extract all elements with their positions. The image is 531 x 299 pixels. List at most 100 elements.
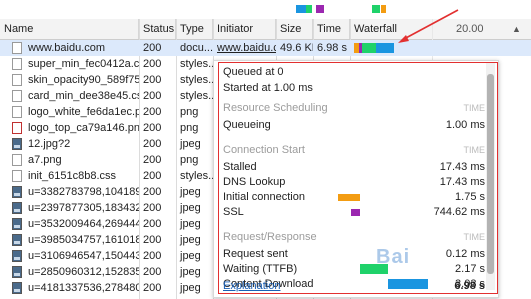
timing-bar-download: [388, 279, 428, 289]
cell-type: styles...: [180, 58, 213, 70]
cell-name: init_6151c8b8.css: [28, 170, 117, 182]
column-header-time[interactable]: Time: [313, 19, 350, 39]
timing-value: 744.62 ms: [433, 206, 485, 218]
cell-status: 200: [143, 122, 162, 134]
table-header: Name Status Type Initiator Size Time Wat…: [0, 19, 531, 40]
section-title: Request/Response: [223, 231, 317, 243]
cell-name: u=3106946547,15044306...: [28, 250, 139, 262]
total-time: 6.98 s: [454, 280, 485, 292]
cell-name: card_min_dee38e45.css: [28, 90, 139, 102]
overview-bar: [372, 5, 380, 13]
column-header-waterfall[interactable]: Waterfall: [350, 19, 450, 39]
cell-name: 12.jpg?2: [28, 138, 71, 150]
cell-status: 200: [143, 234, 162, 246]
timing-label: SSL: [223, 206, 244, 218]
cell-name: u=2850960312,15283515...: [28, 266, 139, 278]
cell-initiator[interactable]: www.baidu.c...: [213, 40, 276, 56]
cell-status: 200: [143, 74, 162, 86]
overview-bar: [381, 5, 386, 13]
cell-type: png: [180, 122, 199, 134]
cell-name: super_min_fec0412a.css: [28, 58, 139, 70]
waterfall-tick-label: 20.00: [456, 23, 484, 35]
cell-type: styles...: [180, 170, 213, 182]
cell-status: 200: [143, 90, 162, 102]
cell-status: 200: [143, 138, 162, 150]
timing-bar-ssl: [351, 209, 360, 216]
timing-value: 1.75 s: [455, 191, 485, 203]
watermark-logo: Bai: [376, 246, 411, 268]
cell-type: jpeg: [180, 250, 201, 262]
overview-bar: [296, 5, 306, 13]
cell-status: 200: [143, 42, 162, 54]
overview-bar: [316, 5, 324, 13]
cell-status: 200: [143, 218, 162, 230]
timing-label: Waiting (TTFB): [223, 263, 298, 275]
cell-status: 200: [143, 170, 162, 182]
table-row[interactable]: www.baidu.com 200 docu...www.baidu.c... 49.…: [0, 40, 531, 56]
timing-label: Stalled: [223, 161, 257, 173]
queued-at-label: Queued at 0: [223, 66, 284, 78]
cell-name: a7.png: [28, 154, 62, 166]
column-header-name[interactable]: Name: [0, 19, 139, 39]
timing-value: 2.17 s: [455, 263, 485, 275]
column-header-size[interactable]: Size: [276, 19, 313, 39]
cell-size: 49.6 KB: [280, 42, 313, 54]
cell-name: skin_opacity90_589f758a....: [28, 74, 139, 86]
cell-status: 200: [143, 186, 162, 198]
cell-name: logo_top_ca79a146.png: [28, 122, 139, 134]
cell-status: 200: [143, 58, 162, 70]
cell-type: png: [180, 106, 199, 118]
cell-type: png: [180, 154, 199, 166]
cell-status: 200: [143, 106, 162, 118]
overview-strip: [0, 0, 531, 20]
cell-type: jpeg: [180, 266, 201, 278]
timing-value: 17.43 ms: [439, 161, 485, 173]
cell-status: 200: [143, 266, 162, 278]
cell-type: jpeg: [180, 138, 201, 150]
started-at-label: Started at 1.00 ms: [223, 82, 313, 94]
section-title: Resource Scheduling: [223, 102, 328, 114]
cell-type: jpeg: [180, 234, 201, 246]
cell-type: jpeg: [180, 186, 201, 198]
popup-scrollbar[interactable]: [486, 62, 495, 290]
cell-name: u=4181337536,27848072...: [28, 282, 139, 294]
cell-name: u=3382783798,10418957...: [28, 186, 139, 198]
waterfall-bar-ttfb: [362, 43, 376, 53]
cell-type: docu...: [180, 42, 213, 54]
section-time-header: TIME: [463, 232, 486, 242]
overview-bar: [306, 5, 312, 13]
cell-name: logo_white_fe6da1ec.png: [28, 106, 139, 118]
timing-bar-initial: [338, 194, 360, 201]
cell-type: jpeg: [180, 282, 201, 294]
column-header-type[interactable]: Type: [176, 19, 213, 39]
timing-value: 1.00 ms: [445, 119, 485, 131]
timing-label: Initial connection: [223, 191, 305, 203]
timing-label: Request sent: [223, 248, 288, 260]
cell-time: 6.98 s: [317, 42, 347, 54]
sort-arrow-icon[interactable]: ▲: [508, 19, 531, 39]
timing-value: 17.43 ms: [439, 176, 485, 188]
cell-status: 200: [143, 250, 162, 262]
column-header-status[interactable]: Status: [139, 19, 176, 39]
cell-status: 200: [143, 154, 162, 166]
section-title: Connection Start: [223, 144, 305, 156]
cell-name: u=3985034757,16101828...: [28, 234, 139, 246]
scrollbar-thumb[interactable]: [487, 74, 494, 274]
timing-label: Queueing: [223, 119, 271, 131]
cell-type: styles...: [180, 90, 213, 102]
waterfall-bar-download: [376, 43, 394, 53]
column-header-initiator[interactable]: Initiator: [213, 19, 276, 39]
timing-popup: Queued at 0 Started at 1.00 ms Resource …: [213, 60, 499, 298]
cell-type: jpeg: [180, 202, 201, 214]
explanation-link[interactable]: Explanation: [223, 279, 281, 293]
timing-label: DNS Lookup: [223, 176, 286, 188]
cell-name: u=2397877305,18343210...: [28, 202, 139, 214]
section-time-header: TIME: [463, 145, 486, 155]
cell-type: jpeg: [180, 218, 201, 230]
cell-name: u=3532009464,26944473...: [28, 218, 139, 230]
cell-status: 200: [143, 282, 162, 294]
cell-name: www.baidu.com: [28, 42, 106, 54]
section-time-header: TIME: [463, 103, 486, 113]
timing-value: 0.12 ms: [445, 248, 485, 260]
cell-status: 200: [143, 202, 162, 214]
